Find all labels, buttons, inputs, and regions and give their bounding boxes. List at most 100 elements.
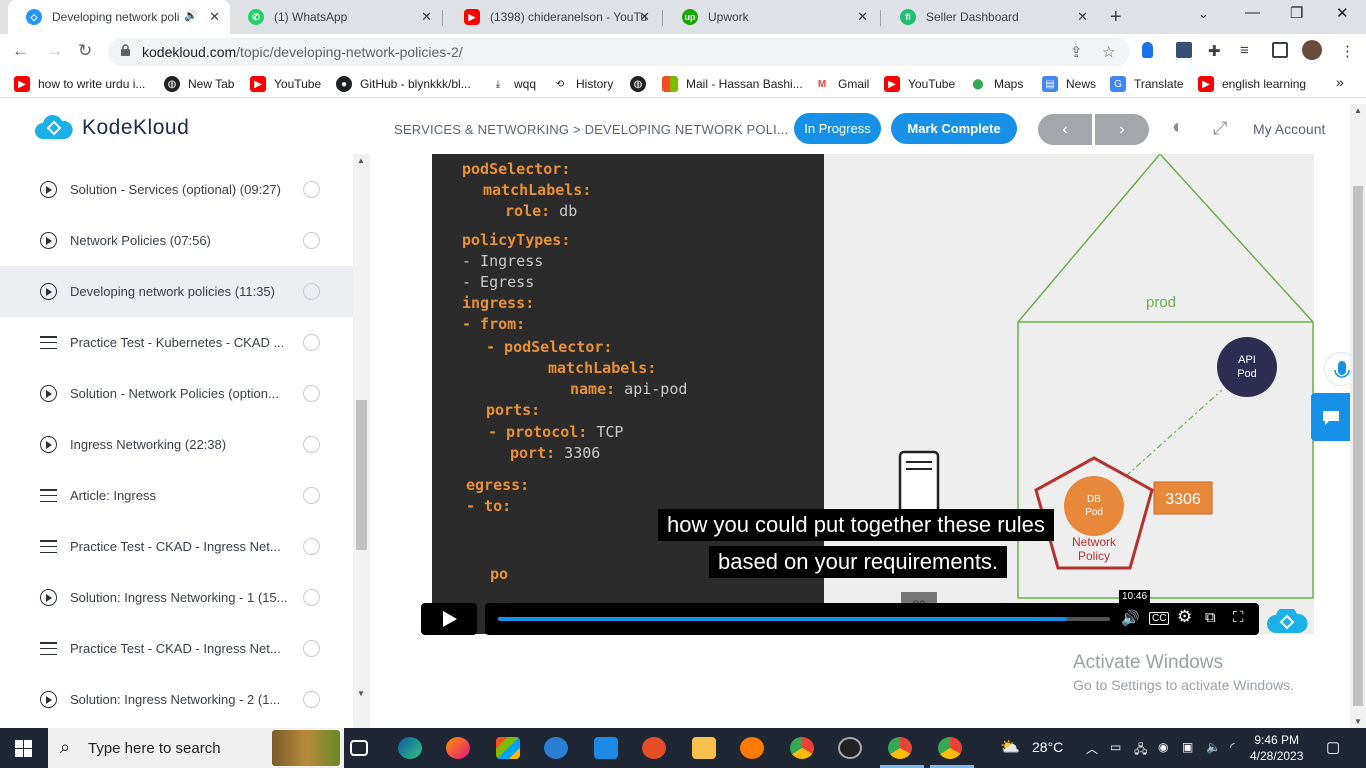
chrome-profile-icon[interactable] <box>888 737 912 759</box>
bookmark-item[interactable]: ▤ News <box>1042 76 1096 92</box>
download-extension-icon[interactable] <box>1176 42 1192 58</box>
sidebar-lesson-item[interactable]: Developing network policies (11:35) <box>0 266 353 317</box>
my-account-link[interactable]: My Account <box>1253 121 1325 137</box>
play-button[interactable] <box>421 603 477 635</box>
battery-icon[interactable]: ▭ <box>1110 740 1121 754</box>
completion-circle-icon[interactable] <box>303 640 320 657</box>
taskbar-search-box[interactable]: ⌕ Type here to search <box>48 728 344 768</box>
tray-chevron-icon[interactable]: ︿ <box>1086 740 1098 757</box>
reading-list-icon[interactable]: ≡ <box>1240 42 1249 59</box>
bookmark-item[interactable]: ⟲ History <box>552 76 614 92</box>
weather-icon[interactable]: ⛅ <box>1000 737 1020 757</box>
tab-developing-network-policies[interactable]: ◇ Developing network poli 🔊 ✕ <box>8 0 230 34</box>
back-icon[interactable]: ← <box>12 41 29 61</box>
store-icon[interactable] <box>496 737 520 759</box>
close-tab-icon[interactable]: ✕ <box>1077 9 1088 25</box>
captions-icon[interactable]: CC <box>1149 612 1170 625</box>
breadcrumb[interactable]: SERVICES & NETWORKING > DEVELOPING NETWO… <box>394 122 788 137</box>
scrollbar-thumb[interactable] <box>1353 186 1363 706</box>
temperature-text[interactable]: 28°C <box>1032 739 1063 755</box>
sidebar-lesson-item[interactable]: Network Policies (07:56) <box>0 215 353 266</box>
bookmark-item[interactable]: ▶ YouTube <box>884 76 955 92</box>
progress-track[interactable] <box>498 617 1110 621</box>
sidebar-lesson-item[interactable]: Practice Test - CKAD - Ingress Net... <box>0 623 353 674</box>
bookmark-item[interactable]: Mail - Hassan Bashi... <box>662 76 803 92</box>
scroll-up-arrow-icon[interactable]: ▲ <box>357 156 365 165</box>
wifi-icon[interactable]: ◜ <box>1230 740 1235 754</box>
close-window-icon[interactable]: ✕ <box>1336 4 1349 22</box>
close-tab-icon[interactable]: ✕ <box>639 9 650 25</box>
fullscreen-icon[interactable]: ⛶ <box>1233 609 1244 626</box>
completion-circle-icon[interactable] <box>303 334 320 351</box>
menu-icon[interactable]: ⋮ <box>1340 42 1355 60</box>
bookmark-item[interactable]: ⬤ Maps <box>970 76 1023 92</box>
edge-icon[interactable] <box>398 737 422 759</box>
volume-icon[interactable]: 🔈 <box>1206 740 1221 754</box>
completion-circle-icon[interactable] <box>303 181 320 198</box>
speaker-icon[interactable]: 🔊 <box>184 9 198 22</box>
bookmark-item[interactable]: G Translate <box>1110 76 1184 92</box>
completion-circle-icon[interactable] <box>303 232 320 249</box>
app-spiral-icon[interactable] <box>642 737 666 759</box>
completion-circle-icon[interactable] <box>303 691 320 708</box>
skype-icon[interactable] <box>544 737 568 759</box>
sidebar-lesson-item[interactable]: Article: Ingress <box>0 470 353 521</box>
sidebar-lesson-item[interactable]: Solution: Ingress Networking - 1 (15... <box>0 572 353 623</box>
windows-start-icon[interactable] <box>15 740 33 757</box>
mail-icon[interactable] <box>594 737 618 759</box>
scroll-down-arrow-icon[interactable]: ▼ <box>1354 717 1362 726</box>
bookmark-item[interactable]: ● GitHub - blynkkk/bl... <box>336 76 471 92</box>
chrome-icon[interactable] <box>790 737 814 759</box>
address-bar[interactable]: kodekloud.com/topic/developing-network-p… <box>108 38 1130 66</box>
notification-icon[interactable]: ▢ <box>1326 738 1340 756</box>
in-progress-button[interactable]: In Progress <box>794 113 881 144</box>
more-bookmarks-icon[interactable]: » <box>1336 74 1344 90</box>
new-tab-icon[interactable]: + <box>1110 6 1122 29</box>
previous-lesson-button[interactable]: ‹ <box>1038 114 1092 145</box>
sidebar-lesson-item[interactable]: Solution - Network Policies (option... <box>0 368 353 419</box>
completion-circle-icon[interactable] <box>303 538 320 555</box>
picture-in-picture-icon[interactable]: ⧉ <box>1205 609 1216 626</box>
sidebar-lesson-item[interactable]: Practice Test - Kubernetes - CKAD ... <box>0 317 353 368</box>
sidebar-scrollbar[interactable]: ▲ ▼ <box>353 154 370 728</box>
tab-whatsapp[interactable]: ✆ (1) WhatsApp ✕ <box>230 0 442 34</box>
chrome-profile-icon[interactable] <box>938 737 962 759</box>
settings-app-icon[interactable] <box>740 737 764 759</box>
mark-complete-button[interactable]: Mark Complete <box>891 113 1017 144</box>
bookmark-star-icon[interactable]: ☆ <box>1102 43 1115 61</box>
sidebar-lesson-item[interactable]: Solution - Services (optional) (09:27) <box>0 164 353 215</box>
file-explorer-icon[interactable] <box>692 737 716 759</box>
sidebar-lesson-item[interactable]: Practice Test - CKAD - Ingress Net... <box>0 521 353 572</box>
scrollbar-thumb[interactable] <box>356 400 367 550</box>
network-icon[interactable]: 🖧 <box>1134 740 1147 761</box>
restore-icon[interactable]: ❐ <box>1290 4 1303 22</box>
task-view-icon[interactable] <box>350 740 368 756</box>
scroll-down-arrow-icon[interactable]: ▼ <box>357 689 365 698</box>
forward-icon[interactable]: → <box>46 41 63 61</box>
bookmark-item[interactable]: ▶ YouTube <box>250 76 321 92</box>
bookmark-item[interactable]: M Gmail <box>814 76 870 92</box>
dark-mode-icon[interactable]: ◐ <box>1172 116 1184 139</box>
bookmark-item[interactable]: ▶ how to write urdu i... <box>14 76 145 92</box>
voice-extension-icon[interactable] <box>1142 42 1153 58</box>
tab-seller-dashboard[interactable]: fi Seller Dashboard ✕ <box>882 0 1098 34</box>
bookmark-item[interactable]: ◍ New Tab <box>164 76 234 92</box>
page-scrollbar[interactable]: ▲ ▼ <box>1350 104 1366 728</box>
share-icon[interactable]: ⇪ <box>1070 43 1083 61</box>
tab-upwork[interactable]: up Upwork ✕ <box>664 0 878 34</box>
close-tab-icon[interactable]: ✕ <box>421 9 432 25</box>
close-tab-icon[interactable]: ✕ <box>209 9 220 25</box>
completion-circle-icon[interactable] <box>303 385 320 402</box>
completion-circle-icon[interactable] <box>303 436 320 453</box>
next-lesson-button[interactable]: › <box>1095 114 1149 145</box>
close-tab-icon[interactable]: ✕ <box>857 9 868 25</box>
firefox-icon[interactable] <box>446 737 470 759</box>
completion-circle-icon[interactable] <box>303 589 320 606</box>
display-icon[interactable]: ▣ <box>1182 740 1193 754</box>
bookmark-item[interactable]: ◍ <box>630 76 654 92</box>
bookmark-item[interactable]: ⤓ wqq <box>490 76 536 92</box>
tab-youtube[interactable]: ▶ (1398) chideranelson - YouTu ✕ <box>446 0 660 34</box>
reload-icon[interactable]: ↻ <box>78 41 92 61</box>
obs-icon[interactable] <box>838 737 862 759</box>
completion-circle-icon[interactable] <box>303 487 320 504</box>
